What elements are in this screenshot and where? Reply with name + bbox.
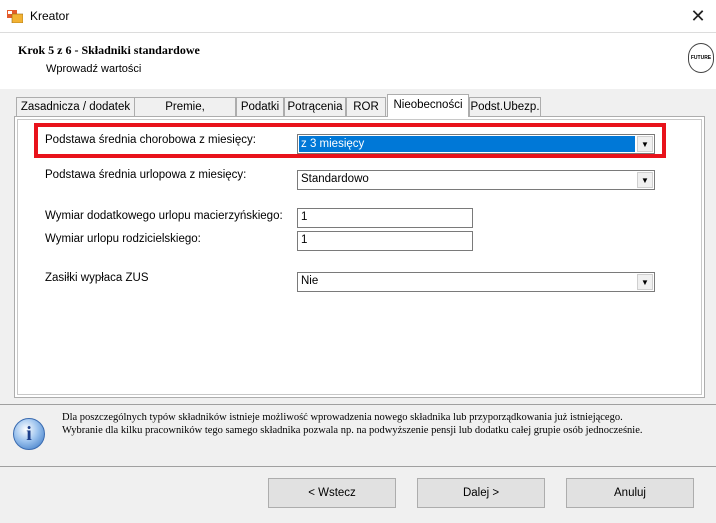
highlight-frame: [34, 123, 666, 158]
info-line-2: Wybranie dla kilku pracowników tego same…: [62, 425, 643, 436]
tab-ror[interactable]: ROR: [346, 97, 386, 116]
logo-text: FUTURE: [690, 55, 712, 61]
info-text: Dla poszczególnych typów składników istn…: [62, 411, 712, 437]
step-subtitle: Wprowadź wartości: [46, 63, 142, 75]
tab-potracenia[interactable]: Potrącenia: [284, 97, 346, 116]
parental-label: Wymiar urlopu rodzicielskiego:: [45, 233, 201, 245]
wizard-header: [0, 33, 716, 89]
tab-zasadnicza[interactable]: Zasadnicza / dodatek: [16, 97, 135, 116]
chevron-down-icon[interactable]: ▼: [637, 274, 653, 290]
divider: [0, 404, 716, 405]
window-title: Kreator: [30, 9, 70, 23]
info-line-1: Dla poszczególnych typów składników istn…: [62, 412, 623, 423]
vacation-basis-dropdown[interactable]: Standardowo ▼: [297, 170, 655, 190]
tab-nieobecnosci[interactable]: Nieobecności: [387, 94, 469, 117]
company-logo: FUTURE: [688, 43, 714, 73]
chevron-down-icon[interactable]: ▼: [637, 172, 653, 188]
step-title: Krok 5 z 6 - Składniki standardowe: [18, 43, 200, 57]
tab-podst-ubezp[interactable]: Podst.Ubezp.: [469, 97, 541, 116]
zus-value: Nie: [301, 275, 319, 287]
maternity-extra-input[interactable]: 1: [297, 208, 473, 228]
cancel-button[interactable]: Anuluj: [566, 478, 694, 508]
vacation-basis-value: Standardowo: [301, 173, 369, 185]
tab-premie[interactable]: Premie, nadgodziny: [134, 97, 236, 131]
maternity-extra-label: Wymiar dodatkowego urlopu macierzyńskieg…: [45, 210, 283, 222]
title-bar: [0, 0, 716, 33]
tab-panel-content: [17, 119, 702, 395]
zus-label: Zasiłki wypłaca ZUS: [45, 272, 149, 284]
app-window-icon: [7, 10, 23, 23]
divider: [0, 466, 716, 467]
back-button[interactable]: < Wstecz: [268, 478, 396, 508]
parental-input[interactable]: 1: [297, 231, 473, 251]
tab-podatki[interactable]: Podatki: [236, 97, 284, 116]
vacation-basis-label: Podstawa średnia urlopowa z miesięcy:: [45, 169, 247, 181]
close-button[interactable]: ✕: [684, 2, 712, 30]
next-button[interactable]: Dalej >: [417, 478, 545, 508]
zus-dropdown[interactable]: Nie ▼: [297, 272, 655, 292]
info-icon: i: [13, 418, 45, 450]
